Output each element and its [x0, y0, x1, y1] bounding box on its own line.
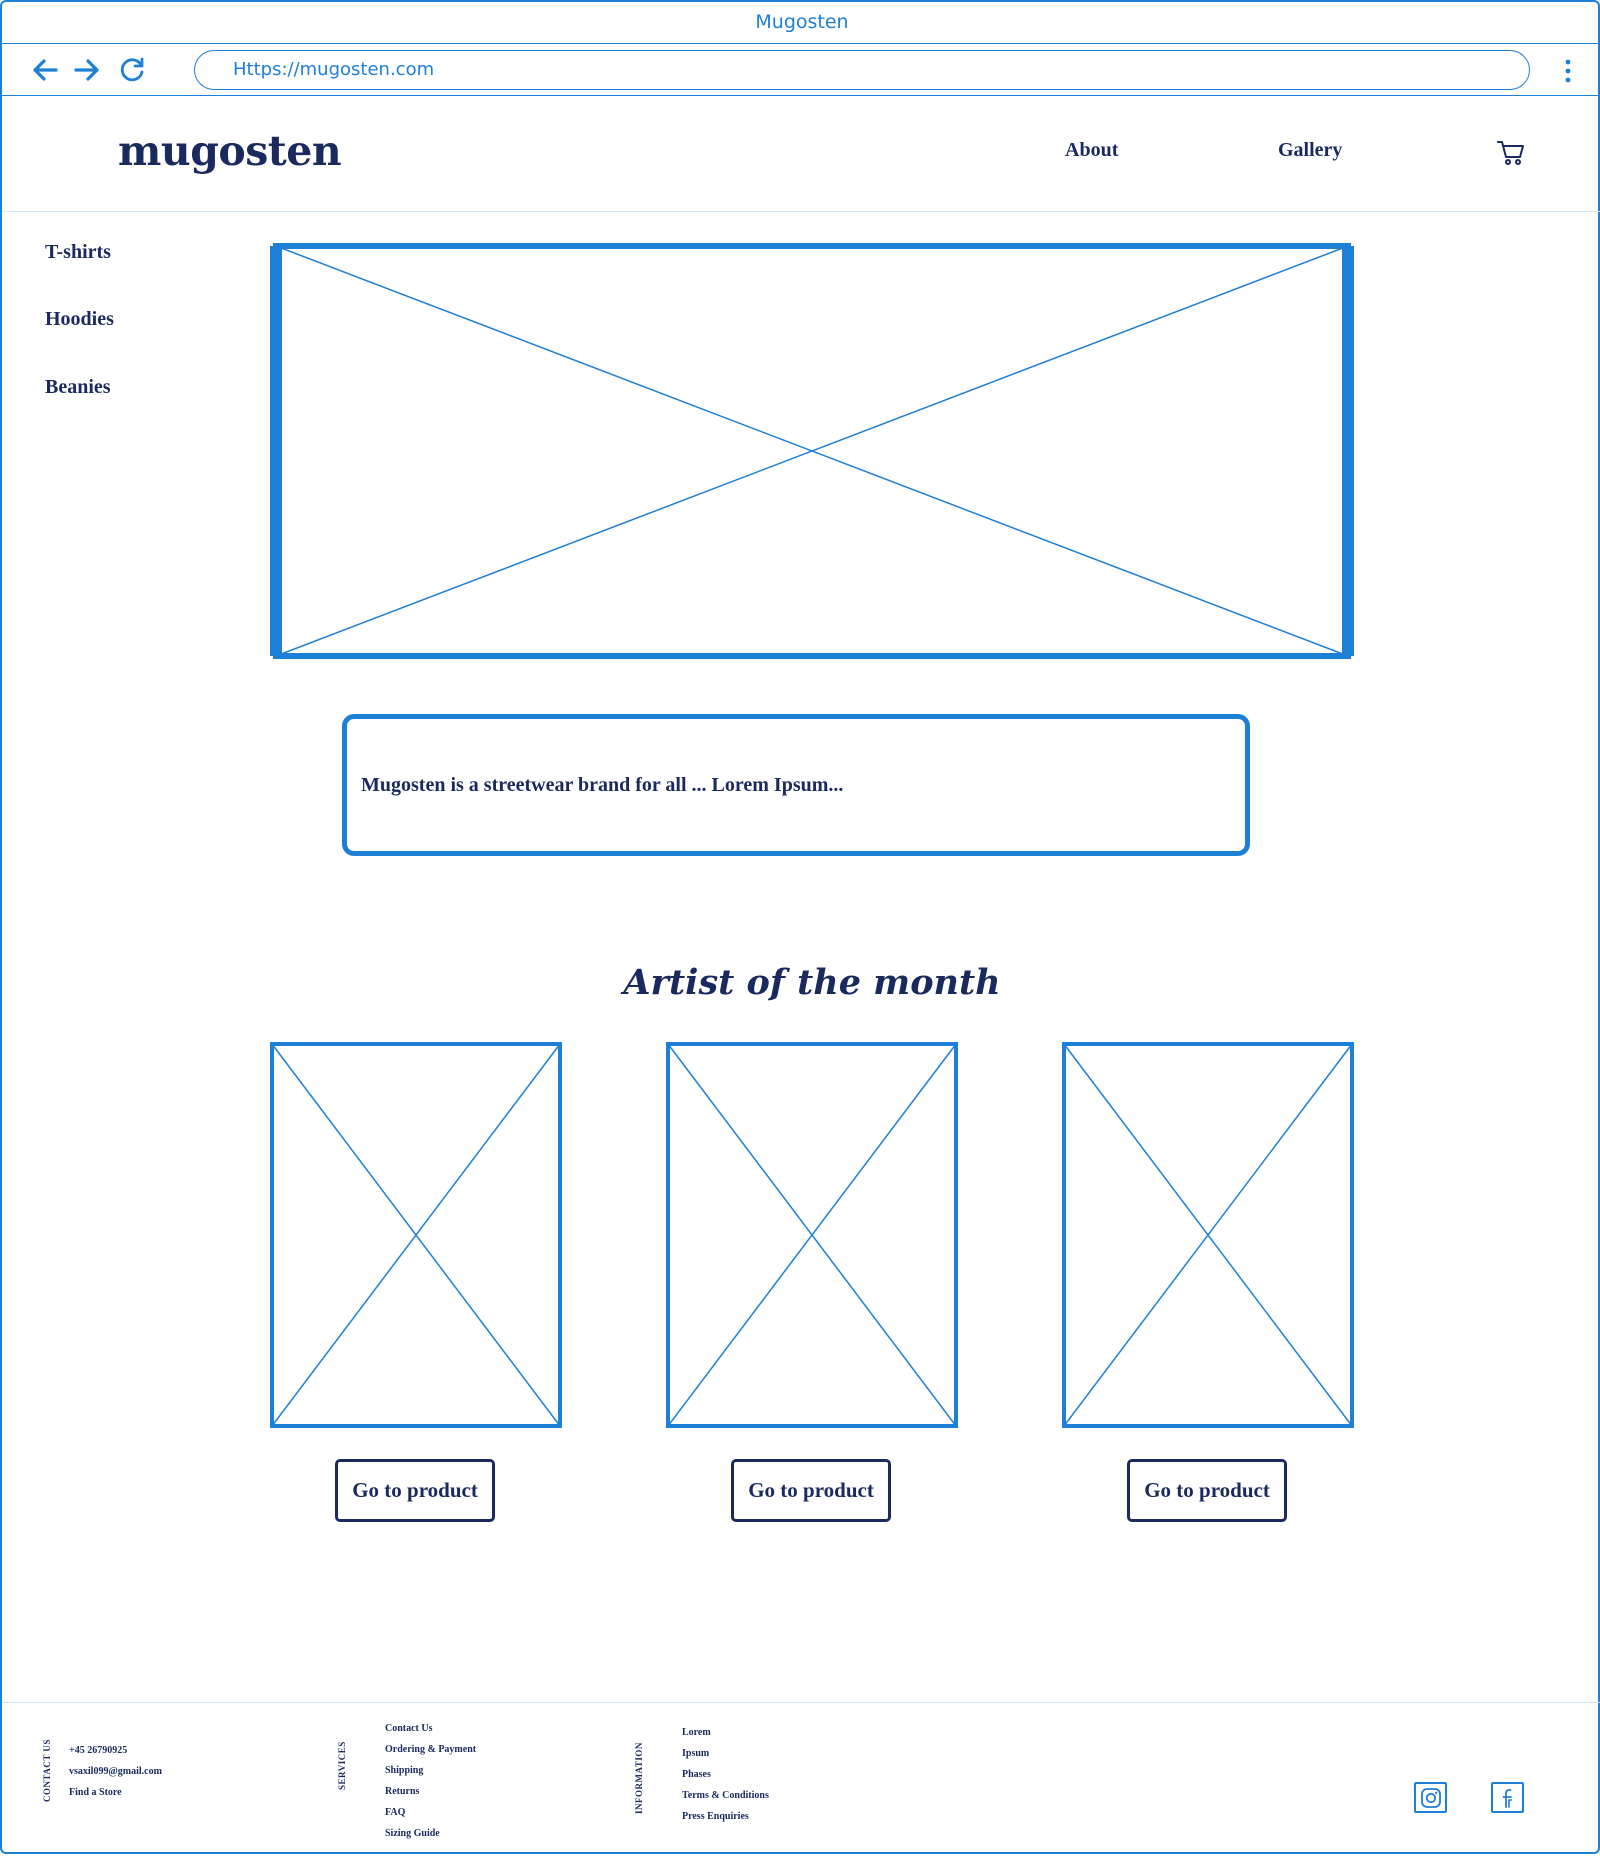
sidebar-item-tshirts[interactable]: T-shirts — [45, 241, 111, 264]
forward-arrow-icon[interactable] — [72, 56, 102, 84]
footer — [2, 1702, 1600, 1856]
kebab-menu-icon[interactable] — [1558, 58, 1578, 84]
sidebar-item-hoodies[interactable]: Hoodies — [45, 308, 114, 331]
go-to-product-button-3[interactable]: Go to product — [1127, 1459, 1287, 1522]
window-title: Mugosten — [755, 11, 849, 33]
browser-window: Mugosten Https://mugosten.com mugosten A… — [0, 0, 1600, 1854]
footer-link-phases[interactable]: Phases — [682, 1764, 769, 1785]
address-bar[interactable]: Https://mugosten.com — [194, 50, 1530, 90]
about-text: Mugosten is a streetwear brand for all .… — [361, 773, 844, 796]
footer-link-ipsum[interactable]: Ipsum — [682, 1743, 769, 1764]
footer-link-faq[interactable]: FAQ — [385, 1802, 476, 1823]
footer-services-list: Contact Us Ordering & Payment Shipping R… — [385, 1718, 476, 1844]
product-image-placeholder-2 — [666, 1042, 958, 1428]
footer-link-press[interactable]: Press Enquiries — [682, 1806, 769, 1827]
sidebar-item-beanies[interactable]: Beanies — [45, 376, 111, 399]
footer-link-contact-us[interactable]: Contact Us — [385, 1718, 476, 1739]
product-image-placeholder-1 — [270, 1042, 562, 1428]
footer-link-returns[interactable]: Returns — [385, 1781, 476, 1802]
footer-link-shipping[interactable]: Shipping — [385, 1760, 476, 1781]
footer-link-sizing-guide[interactable]: Sizing Guide — [385, 1823, 476, 1844]
facebook-button[interactable] — [1491, 1782, 1524, 1813]
footer-link-lorem[interactable]: Lorem — [682, 1722, 769, 1743]
footer-contact-label: CONTACT US — [42, 1739, 52, 1802]
footer-information-list: Lorem Ipsum Phases Terms & Conditions Pr… — [682, 1722, 769, 1827]
footer-contact-email[interactable]: vsaxil099@gmail.com — [69, 1761, 162, 1782]
hero-image-placeholder — [270, 243, 1354, 659]
title-bar: Mugosten — [2, 2, 1600, 44]
footer-find-store[interactable]: Find a Store — [69, 1782, 162, 1803]
footer-information-label: INFORMATION — [634, 1742, 644, 1814]
footer-contact-phone[interactable]: +45 26790925 — [69, 1740, 162, 1761]
nav-about[interactable]: About — [1065, 139, 1118, 162]
back-arrow-icon[interactable] — [30, 56, 60, 84]
instagram-button[interactable] — [1414, 1782, 1447, 1813]
go-to-product-button-1[interactable]: Go to product — [335, 1459, 495, 1522]
cart-icon[interactable] — [1496, 137, 1526, 167]
site-header: mugosten About Gallery — [2, 97, 1600, 212]
footer-link-ordering-payment[interactable]: Ordering & Payment — [385, 1739, 476, 1760]
product-image-placeholder-3 — [1062, 1042, 1354, 1428]
facebook-icon — [1502, 1788, 1512, 1808]
instagram-icon — [1420, 1787, 1441, 1808]
nav-gallery[interactable]: Gallery — [1278, 139, 1342, 162]
section-title-artist: Artist of the month — [623, 962, 1001, 1003]
footer-services-label: SERVICES — [337, 1741, 347, 1790]
logo[interactable]: mugosten — [118, 127, 342, 175]
go-to-product-button-2[interactable]: Go to product — [731, 1459, 891, 1522]
browser-toolbar: Https://mugosten.com — [2, 44, 1600, 96]
reload-icon[interactable] — [118, 56, 148, 84]
footer-contact-list: +45 26790925 vsaxil099@gmail.com Find a … — [69, 1740, 162, 1803]
about-text-box: Mugosten is a streetwear brand for all .… — [342, 714, 1250, 856]
footer-link-terms[interactable]: Terms & Conditions — [682, 1785, 769, 1806]
